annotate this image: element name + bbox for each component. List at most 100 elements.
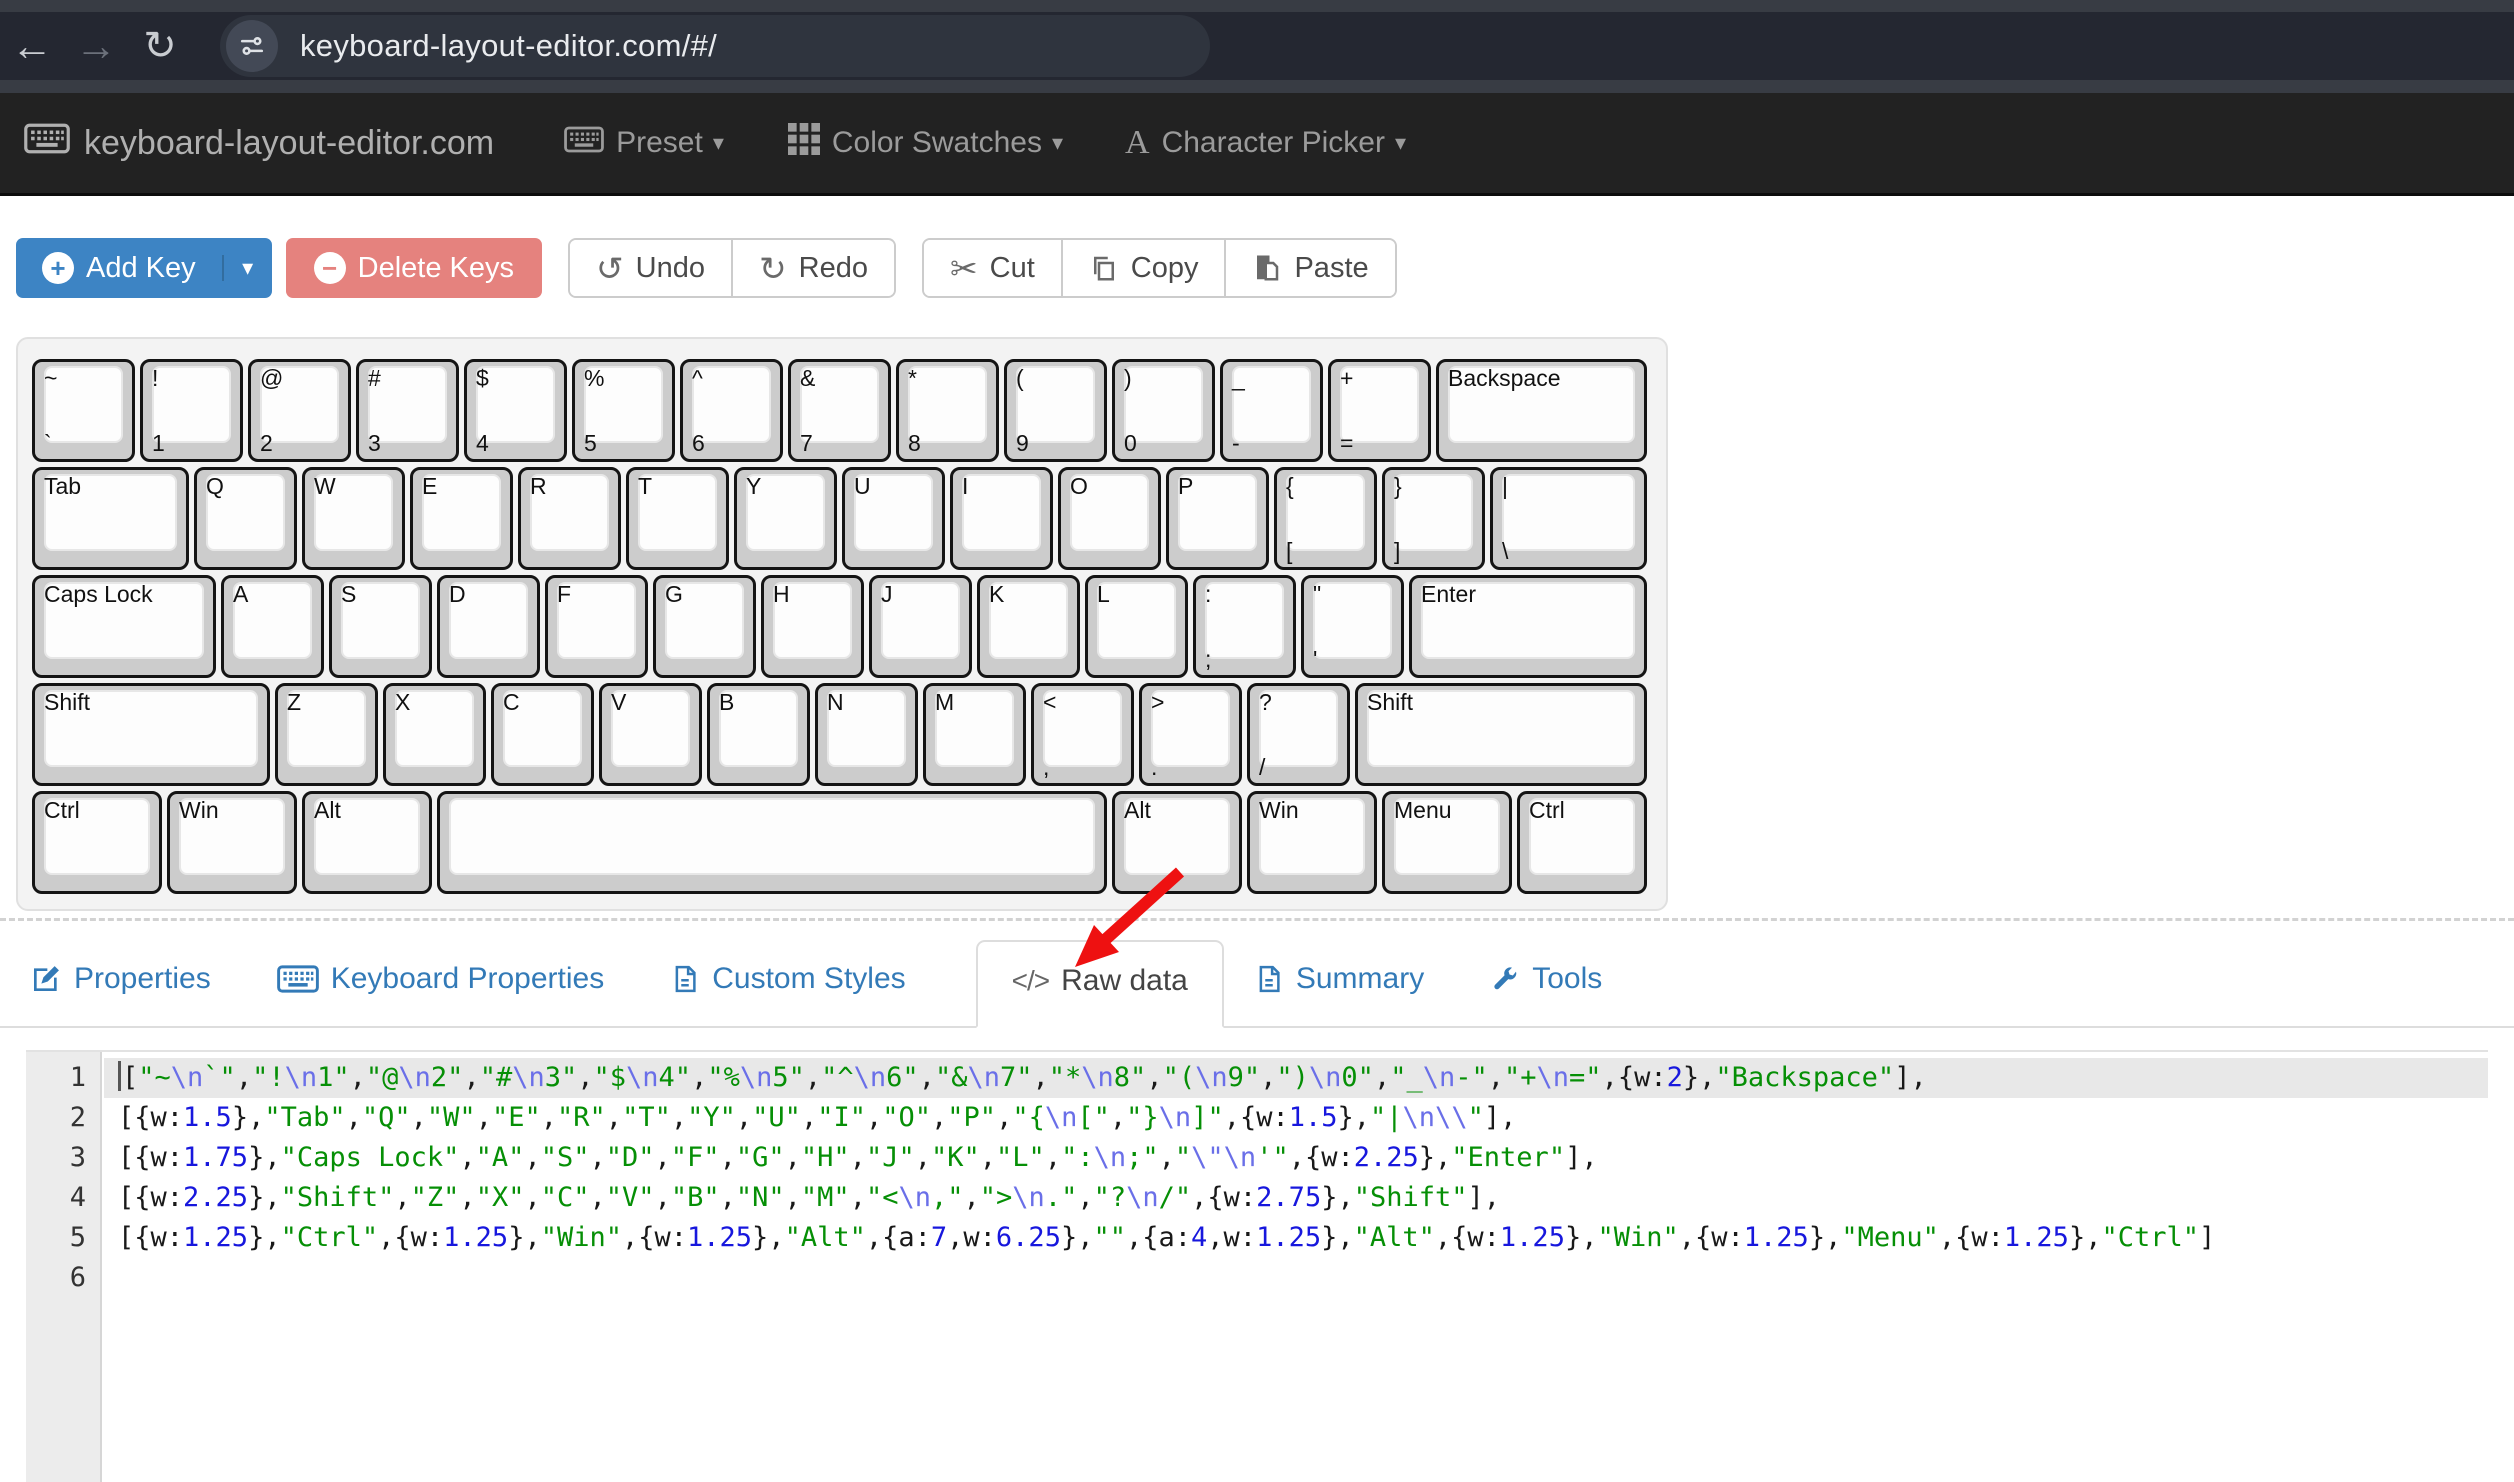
key-)[interactable]: )0 — [1112, 359, 1215, 462]
key-j[interactable]: J — [869, 575, 972, 678]
key-win[interactable]: Win — [167, 791, 297, 894]
key-<[interactable]: <, — [1031, 683, 1134, 786]
site-settings-icon[interactable] — [226, 20, 278, 72]
key-|[interactable]: |\ — [1490, 467, 1647, 570]
key-t[interactable]: T — [626, 467, 729, 570]
key-label: Shift — [44, 689, 90, 716]
key-v[interactable]: V — [599, 683, 702, 786]
key-q[interactable]: Q — [194, 467, 297, 570]
key-k[interactable]: K — [977, 575, 1080, 678]
code-line: [{w:1.25},"Ctrl",{w:1.25},"Win",{w:1.25}… — [104, 1218, 2488, 1258]
key-label: Win — [1259, 797, 1299, 824]
key-y[interactable]: Y — [734, 467, 837, 570]
reload-icon[interactable]: ↻ — [128, 26, 192, 66]
key-label: ! — [152, 365, 158, 392]
tab-raw-data[interactable]: </>Raw data — [976, 940, 1224, 1028]
key-tab[interactable]: Tab — [32, 467, 189, 570]
key-z[interactable]: Z — [275, 683, 378, 786]
key-b[interactable]: B — [707, 683, 810, 786]
tab-keyboard-properties[interactable]: Keyboard Properties — [277, 962, 605, 1026]
tab-tools[interactable]: Tools — [1490, 962, 1602, 1026]
key-space[interactable] — [437, 791, 1107, 894]
brand[interactable]: keyboard-layout-editor.com — [24, 123, 494, 163]
key-@[interactable]: @2 — [248, 359, 351, 462]
key-a[interactable]: A — [221, 575, 324, 678]
key-~[interactable]: ~` — [32, 359, 135, 462]
key-l[interactable]: L — [1085, 575, 1188, 678]
url-bar[interactable]: keyboard-layout-editor.com/#/ — [220, 15, 1210, 77]
key-d[interactable]: D — [437, 575, 540, 678]
menu-character-picker[interactable]: A Character Picker ▾ — [1125, 124, 1406, 162]
key-+[interactable]: += — [1328, 359, 1431, 462]
key-menu[interactable]: Menu — [1382, 791, 1512, 894]
key-backspace[interactable]: Backspace — [1436, 359, 1647, 462]
key-u[interactable]: U — [842, 467, 945, 570]
add-key-dropdown[interactable]: ▾ — [222, 255, 272, 281]
key-p[interactable]: P — [1166, 467, 1269, 570]
key-label: Q — [206, 473, 224, 500]
key-([interactable]: (9 — [1004, 359, 1107, 462]
tab-summary[interactable]: Summary — [1254, 962, 1424, 1026]
raw-data-editor[interactable]: 123456 ["~\n`","!\n1","@\n2","#\n3","$\n… — [26, 1050, 2488, 1482]
key-alt[interactable]: Alt — [302, 791, 432, 894]
key-:[interactable]: :; — [1193, 575, 1296, 678]
key-_[interactable]: _- — [1220, 359, 1323, 462]
key-ctrl[interactable]: Ctrl — [32, 791, 162, 894]
key-?[interactable]: ?/ — [1247, 683, 1350, 786]
delete-keys-button[interactable]: − Delete Keys — [286, 238, 542, 298]
key-*[interactable]: *8 — [896, 359, 999, 462]
key-o[interactable]: O — [1058, 467, 1161, 570]
key-s[interactable]: S — [329, 575, 432, 678]
key-g[interactable]: G — [653, 575, 756, 678]
key-shift[interactable]: Shift — [32, 683, 270, 786]
key-n[interactable]: N — [815, 683, 918, 786]
forward-icon[interactable]: → — [64, 25, 128, 67]
key-e[interactable]: E — [410, 467, 513, 570]
menu-color-swatches[interactable]: Color Swatches ▾ — [788, 123, 1063, 163]
undo-icon: ↺ — [596, 252, 624, 285]
key-#[interactable]: #3 — [356, 359, 459, 462]
key-c[interactable]: C — [491, 683, 594, 786]
key->[interactable]: >. — [1139, 683, 1242, 786]
tab-custom-styles[interactable]: Custom Styles — [670, 962, 905, 1026]
paste-button[interactable]: Paste — [1224, 240, 1394, 296]
key-f[interactable]: F — [545, 575, 648, 678]
key-{[interactable]: {[ — [1274, 467, 1377, 570]
key-caps-lock[interactable]: Caps Lock — [32, 575, 216, 678]
key-alt[interactable]: Alt — [1112, 791, 1242, 894]
key-^[interactable]: ^6 — [680, 359, 783, 462]
key-h[interactable]: H — [761, 575, 864, 678]
key-}[interactable]: }] — [1382, 467, 1485, 570]
cut-button[interactable]: ✂ Cut — [924, 240, 1061, 296]
menu-character-picker-label: Character Picker — [1162, 126, 1385, 160]
code-area[interactable]: ["~\n`","!\n1","@\n2","#\n3","$\n4","%\n… — [104, 1052, 2488, 1482]
chevron-down-icon: ▾ — [1395, 130, 1406, 156]
key-%[interactable]: %5 — [572, 359, 675, 462]
browser-chrome: ← → ↻ keyboard-layout-editor.com/#/ — [0, 0, 2514, 93]
key-$[interactable]: $4 — [464, 359, 567, 462]
letter-a-icon: A — [1125, 124, 1150, 162]
tab-label: Properties — [74, 962, 211, 996]
key-ctrl[interactable]: Ctrl — [1517, 791, 1647, 894]
key-r[interactable]: R — [518, 467, 621, 570]
key-w[interactable]: W — [302, 467, 405, 570]
redo-button[interactable]: ↻ Redo — [731, 240, 894, 296]
key-shift[interactable]: Shift — [1355, 683, 1647, 786]
key-"[interactable]: "' — [1301, 575, 1404, 678]
key-enter[interactable]: Enter — [1409, 575, 1647, 678]
key-i[interactable]: I — [950, 467, 1053, 570]
add-key-button[interactable]: + Add Key — [16, 252, 222, 285]
tab-properties[interactable]: Properties — [30, 962, 211, 1026]
grid-icon — [788, 123, 820, 163]
keycap — [1286, 474, 1365, 551]
undo-button[interactable]: ↺ Undo — [570, 240, 731, 296]
key-![interactable]: !1 — [140, 359, 243, 462]
key-win[interactable]: Win — [1247, 791, 1377, 894]
key-x[interactable]: X — [383, 683, 486, 786]
menu-preset[interactable]: Preset ▾ — [564, 126, 724, 161]
key-&[interactable]: &7 — [788, 359, 891, 462]
key-m[interactable]: M — [923, 683, 1026, 786]
copy-button[interactable]: Copy — [1061, 240, 1225, 296]
url-text[interactable]: keyboard-layout-editor.com/#/ — [300, 28, 717, 64]
back-icon[interactable]: ← — [0, 25, 64, 67]
